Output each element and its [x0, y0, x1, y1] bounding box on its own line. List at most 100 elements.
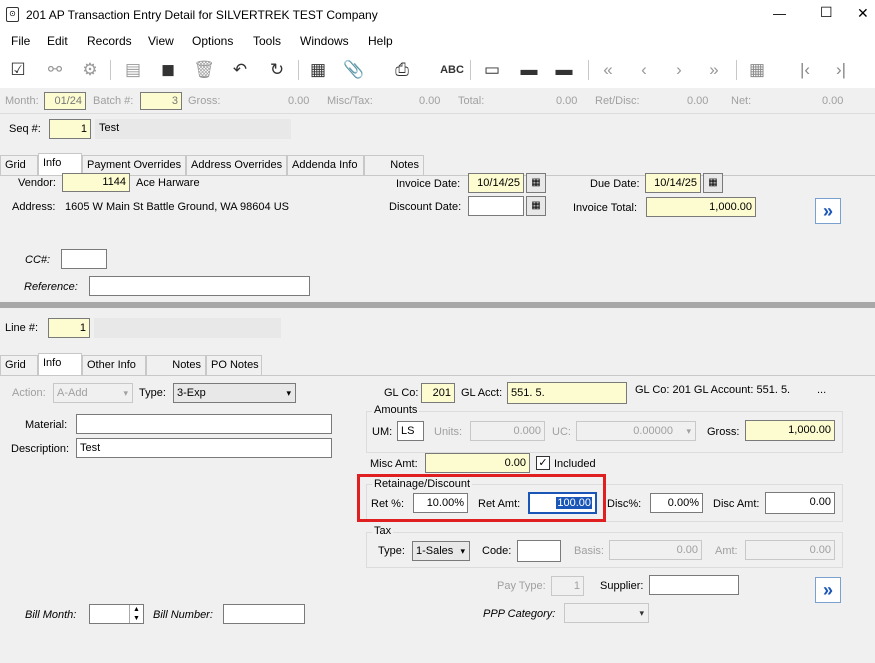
description-field[interactable]: Test: [76, 438, 332, 458]
misctax-label: Misc/Tax:: [327, 95, 373, 107]
new-document-icon[interactable]: ▤: [121, 58, 145, 82]
delete-icon[interactable]: 🗑: [192, 58, 216, 82]
tab-info[interactable]: Info: [38, 353, 82, 375]
tab-payment-overrides[interactable]: Payment Overrides: [82, 155, 186, 175]
seq-field[interactable]: 1: [49, 119, 91, 139]
ret-amt-field[interactable]: 100.00: [528, 492, 597, 514]
tab-notes[interactable]: Notes: [146, 355, 206, 375]
minimize-button[interactable]: —: [773, 6, 786, 21]
save-icon[interactable]: ◼: [156, 58, 180, 82]
binoculars-icon[interactable]: ⚯: [43, 58, 67, 82]
supplier-field[interactable]: [649, 575, 739, 595]
refresh-icon[interactable]: ↻: [265, 58, 289, 82]
maximize-button[interactable]: ☐: [820, 4, 833, 21]
discount-date-label: Discount Date:: [389, 201, 462, 213]
gross-label: Gross:: [188, 95, 221, 107]
calendar-icon[interactable]: ▦: [526, 196, 546, 216]
menu-file[interactable]: File: [11, 34, 30, 48]
menu-help[interactable]: Help: [368, 34, 393, 48]
layout-1-icon[interactable]: ▭: [480, 58, 504, 82]
next-record-icon[interactable]: ›: [667, 58, 691, 82]
calculator-icon[interactable]: ▦: [306, 58, 330, 82]
tab-po-notes[interactable]: PO Notes: [206, 355, 262, 375]
previous-record-icon[interactable]: ‹: [632, 58, 656, 82]
gear-check-icon[interactable]: ⚙: [78, 58, 102, 82]
tax-code-label: Code:: [482, 545, 512, 557]
gl-more-button[interactable]: ...: [817, 384, 826, 396]
tab-notes[interactable]: Notes: [364, 155, 424, 175]
invoice-date-field[interactable]: 10/14/25: [468, 173, 524, 193]
bill-number-field[interactable]: [223, 604, 305, 624]
glacct-field[interactable]: 551. 5.: [507, 382, 627, 404]
ret-pct-field[interactable]: 10.00%: [413, 493, 468, 513]
layout-2-icon[interactable]: ▬: [517, 58, 541, 82]
line-gross-field[interactable]: 1,000.00: [745, 420, 835, 441]
tab-address-overrides[interactable]: Address Overrides: [186, 155, 287, 175]
spellcheck-icon[interactable]: ABC: [440, 58, 464, 82]
amounts-title: Amounts: [372, 404, 420, 416]
edit-check-icon[interactable]: ☑: [6, 58, 30, 82]
tax-type-select[interactable]: 1-Sales ▾: [412, 541, 470, 561]
menu-windows[interactable]: Windows: [300, 34, 349, 48]
invoice-total-field[interactable]: 1,000.00: [646, 197, 756, 217]
vendor-field[interactable]: 1144: [62, 173, 130, 192]
menu-options[interactable]: Options: [192, 34, 233, 48]
line-field[interactable]: 1: [48, 318, 90, 338]
material-field[interactable]: [76, 414, 332, 434]
pay-type-label: Pay Type:: [497, 580, 546, 592]
first-record-icon[interactable]: «: [596, 58, 620, 82]
tab-grid[interactable]: Grid: [0, 155, 38, 175]
calendar-icon[interactable]: ▦: [526, 173, 546, 193]
calendar-icon[interactable]: ▦: [703, 173, 723, 193]
undo-icon[interactable]: ↶: [228, 58, 252, 82]
discount-date-field[interactable]: [468, 196, 524, 216]
tab-addenda-info[interactable]: Addenda Info: [287, 155, 364, 175]
tab-info[interactable]: Info: [38, 153, 82, 175]
glco-label: GL Co:: [384, 387, 419, 399]
month-label: Month:: [5, 95, 39, 107]
included-checkbox[interactable]: ✓: [536, 456, 550, 470]
bill-month-field[interactable]: ▲ ▼: [89, 604, 144, 624]
chevron-down-icon: ▾: [639, 608, 644, 618]
reference-field[interactable]: [89, 276, 310, 296]
splitter[interactable]: [0, 302, 875, 308]
menu-view[interactable]: View: [148, 34, 174, 48]
material-label: Material:: [25, 419, 68, 431]
chevron-down-icon: ▾: [286, 388, 291, 398]
tax-code-field[interactable]: [517, 540, 561, 562]
um-field[interactable]: LS: [397, 421, 424, 441]
first-line-icon[interactable]: |‹: [793, 58, 817, 82]
retdisc-value: 0.00: [687, 95, 709, 107]
misc-amt-field[interactable]: 0.00: [425, 453, 530, 473]
header-tabs: Grid Info Payment Overrides Address Over…: [0, 153, 875, 175]
ppp-category-select[interactable]: ▾: [564, 603, 649, 623]
menu-records[interactable]: Records: [87, 34, 132, 48]
menu-tools[interactable]: Tools: [253, 34, 281, 48]
disc-amt-field[interactable]: 0.00: [765, 492, 835, 514]
last-line-icon[interactable]: ›|: [829, 58, 853, 82]
invoice-total-label: Invoice Total:: [573, 202, 638, 214]
description-label: Description:: [11, 443, 70, 455]
forward-arrow-icon[interactable]: »: [815, 577, 841, 603]
cc-field[interactable]: [61, 249, 107, 269]
line-label: Line #:: [5, 322, 39, 334]
glco-field[interactable]: 201: [421, 383, 455, 403]
menu-edit[interactable]: Edit: [47, 34, 68, 48]
invoice-date-label: Invoice Date:: [396, 178, 461, 190]
last-record-icon[interactable]: »: [702, 58, 726, 82]
tax-amt-label: Amt:: [715, 545, 738, 557]
due-date-field[interactable]: 10/14/25: [645, 173, 701, 193]
grid-settings-icon[interactable]: ▦: [745, 58, 769, 82]
ret-pct-label: Ret %:: [371, 498, 405, 510]
forward-arrow-icon[interactable]: »: [815, 198, 841, 224]
tab-grid[interactable]: Grid: [0, 355, 38, 375]
tab-other-info[interactable]: Other Info: [82, 355, 146, 375]
close-button[interactable]: ✕: [857, 5, 869, 22]
attachment-icon[interactable]: 📎: [342, 58, 366, 82]
chevron-down-icon: ▾: [123, 388, 128, 398]
print-icon[interactable]: ⎙: [390, 58, 414, 82]
layout-3-icon[interactable]: ▬: [552, 58, 576, 82]
disc-pct-field[interactable]: 0.00%: [650, 493, 703, 513]
seq-description: Test: [95, 119, 291, 139]
type-select[interactable]: 3-Exp ▾: [173, 383, 296, 403]
